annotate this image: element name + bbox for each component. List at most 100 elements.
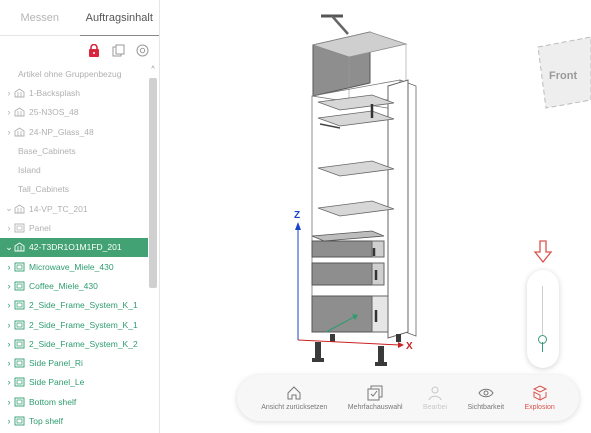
cabinet-shelves: [317, 94, 395, 217]
scroll-up-icon[interactable]: ^: [149, 66, 157, 73]
sidebar-tool-row: [0, 36, 159, 64]
tree-item-label: Tall_Cabinets: [18, 184, 70, 195]
chevron-right-icon[interactable]: ›: [4, 358, 14, 368]
cabinet-group-icon: [14, 88, 26, 98]
arrow-down-icon: [533, 240, 553, 264]
tree-item-label: 14-VP_TC_201: [29, 203, 88, 214]
chevron-right-icon[interactable]: ›: [4, 397, 14, 407]
viewport-3d[interactable]: Z X Front: [161, 0, 591, 433]
tab-auftragsinhalt[interactable]: Auftragsinhalt: [79, 0, 159, 36]
tree-item-label: Bottom shelf: [29, 396, 77, 407]
explosion-slider[interactable]: [527, 270, 559, 368]
tree-item[interactable]: › 24-NP_Glass_48: [0, 122, 148, 141]
tree-item-label: Island: [18, 165, 41, 176]
tree-item-label: 25-N3OS_48: [29, 107, 79, 118]
toolbar-button-explosion[interactable]: Explosion: [524, 385, 555, 411]
slider-fill: [542, 342, 543, 352]
view-cube-front-label: Front: [549, 70, 577, 82]
part-icon: [14, 262, 26, 272]
toolbar-button-label: Sichtbarkeit: [467, 404, 505, 411]
cabinet-legs: [312, 334, 401, 366]
cabinet-drawers: [311, 230, 389, 333]
tree-item[interactable]: ⌄ 14-VP_TC_201: [0, 199, 148, 218]
scroll-thumb[interactable]: [149, 78, 157, 288]
eye-icon: [478, 385, 494, 401]
tree-item-label: 24-NP_Glass_48: [29, 126, 94, 137]
explosion-icon: [532, 385, 548, 401]
chevron-right-icon[interactable]: ›: [4, 377, 14, 387]
sidebar-tabs: Messen Auftragsinhalt: [0, 0, 159, 36]
axis-z-label: Z: [294, 210, 300, 221]
tree-item-label: 1-Backsplash: [29, 87, 81, 98]
edit-icon: [427, 385, 443, 401]
tree-item[interactable]: Base_Cabinets: [0, 141, 148, 160]
app-root: Messen Auftragsinhalt Artikel ohne Grupp…: [0, 0, 591, 433]
tree-item[interactable]: › 2_Side_Frame_System_K_2: [0, 334, 148, 353]
tree-item-label: 2_Side_Frame_System_K_1: [29, 300, 138, 311]
toolbar-button-eye[interactable]: Sichtbarkeit: [467, 385, 504, 411]
tree-item[interactable]: › 25-N3OS_48: [0, 103, 148, 122]
tree-item[interactable]: › 2_Side_Frame_System_K_1: [0, 315, 148, 334]
home-icon: [286, 385, 302, 401]
tree-item-label: Top shelf: [29, 415, 64, 426]
tree-item[interactable]: › Bottom shelf: [0, 392, 148, 411]
chevron-right-icon[interactable]: ›: [4, 320, 14, 330]
tree-item[interactable]: Artikel ohne Gruppenbezug: [0, 64, 148, 83]
tree-item[interactable]: › 2_Side_Frame_System_K_1: [0, 296, 148, 315]
chevron-right-icon[interactable]: ›: [4, 416, 14, 426]
tree-item[interactable]: › Microwave_Miele_430: [0, 257, 148, 276]
lock-icon[interactable]: [87, 43, 101, 57]
toolbar-button-home[interactable]: Ansicht zurücksetzen: [261, 385, 327, 411]
part-icon: [14, 377, 26, 387]
cabinet-handle-top: [321, 14, 349, 35]
cabinet-group-icon: [14, 242, 26, 252]
part-icon: [14, 416, 26, 426]
multi-select-icon: [367, 385, 383, 401]
chevron-right-icon[interactable]: ›: [4, 223, 14, 233]
tree-item-label: 42-T3DR1O1M1FD_201: [29, 242, 122, 253]
chevron-right-icon[interactable]: ›: [4, 107, 14, 117]
chevron-right-icon[interactable]: ›: [4, 339, 14, 349]
chevron-right-icon[interactable]: ›: [4, 281, 14, 291]
tree-item[interactable]: › Panel: [0, 218, 148, 237]
copy-icon[interactable]: [111, 43, 125, 57]
tree-item-label: Base_Cabinets: [18, 145, 76, 156]
chevron-down-icon[interactable]: ⌄: [4, 203, 14, 214]
cabinet-group-icon: [14, 107, 26, 117]
part-icon: [14, 300, 26, 310]
tree-item[interactable]: › 1-Backsplash: [0, 83, 148, 102]
part-icon: [14, 397, 26, 407]
chevron-right-icon[interactable]: ›: [4, 127, 14, 137]
toolbar-button-edit[interactable]: Bearbei: [423, 385, 447, 411]
tree-item[interactable]: Tall_Cabinets: [0, 180, 148, 199]
tree-item[interactable]: › Coffee_Miele_430: [0, 276, 148, 295]
tree-item-label: Coffee_Miele_430: [29, 280, 98, 291]
tree-item-label: 2_Side_Frame_System_K_2: [29, 338, 138, 349]
toolbar-button-label: Explosion: [524, 404, 555, 411]
tab-messen[interactable]: Messen: [0, 0, 80, 35]
toolbar-button-label: Ansicht zurücksetzen: [261, 404, 328, 411]
tree-item[interactable]: › Side Panel_Le: [0, 373, 148, 392]
toolbar-button-multi-select[interactable]: Mehrfachauswahl: [348, 385, 403, 411]
tree-item[interactable]: › Side Panel_Ri: [0, 353, 148, 372]
content-tree: Artikel ohne Gruppenbezug › 1-Backsplash › 2…: [0, 64, 148, 433]
chevron-right-icon[interactable]: ›: [4, 262, 14, 272]
tree-item[interactable]: ⌄ 42-T3DR1O1M1FD_201: [0, 237, 148, 257]
tree-item-label: Artikel ohne Gruppenbezug: [18, 68, 122, 79]
chevron-right-icon[interactable]: ›: [4, 300, 14, 310]
tree-item[interactable]: › Top shelf: [0, 411, 148, 430]
tree-item-label: Side Panel_Ri: [29, 358, 83, 369]
tree-scrollbar[interactable]: ^: [149, 64, 157, 433]
toolbar-button-label: Mehrfachauswahl: [347, 404, 403, 411]
search-icon[interactable]: [135, 43, 149, 57]
chevron-down-icon[interactable]: ⌄: [4, 242, 14, 253]
tree-item-label: Panel: [29, 223, 51, 234]
part-icon: [14, 358, 26, 368]
part-icon: [14, 320, 26, 330]
tree-item-label: Side Panel_Le: [29, 377, 85, 388]
part-icon: [14, 339, 26, 349]
part-icon: [14, 223, 26, 233]
axis-x-label: X: [406, 341, 413, 352]
chevron-right-icon[interactable]: ›: [4, 88, 14, 98]
tree-item[interactable]: Island: [0, 160, 148, 179]
